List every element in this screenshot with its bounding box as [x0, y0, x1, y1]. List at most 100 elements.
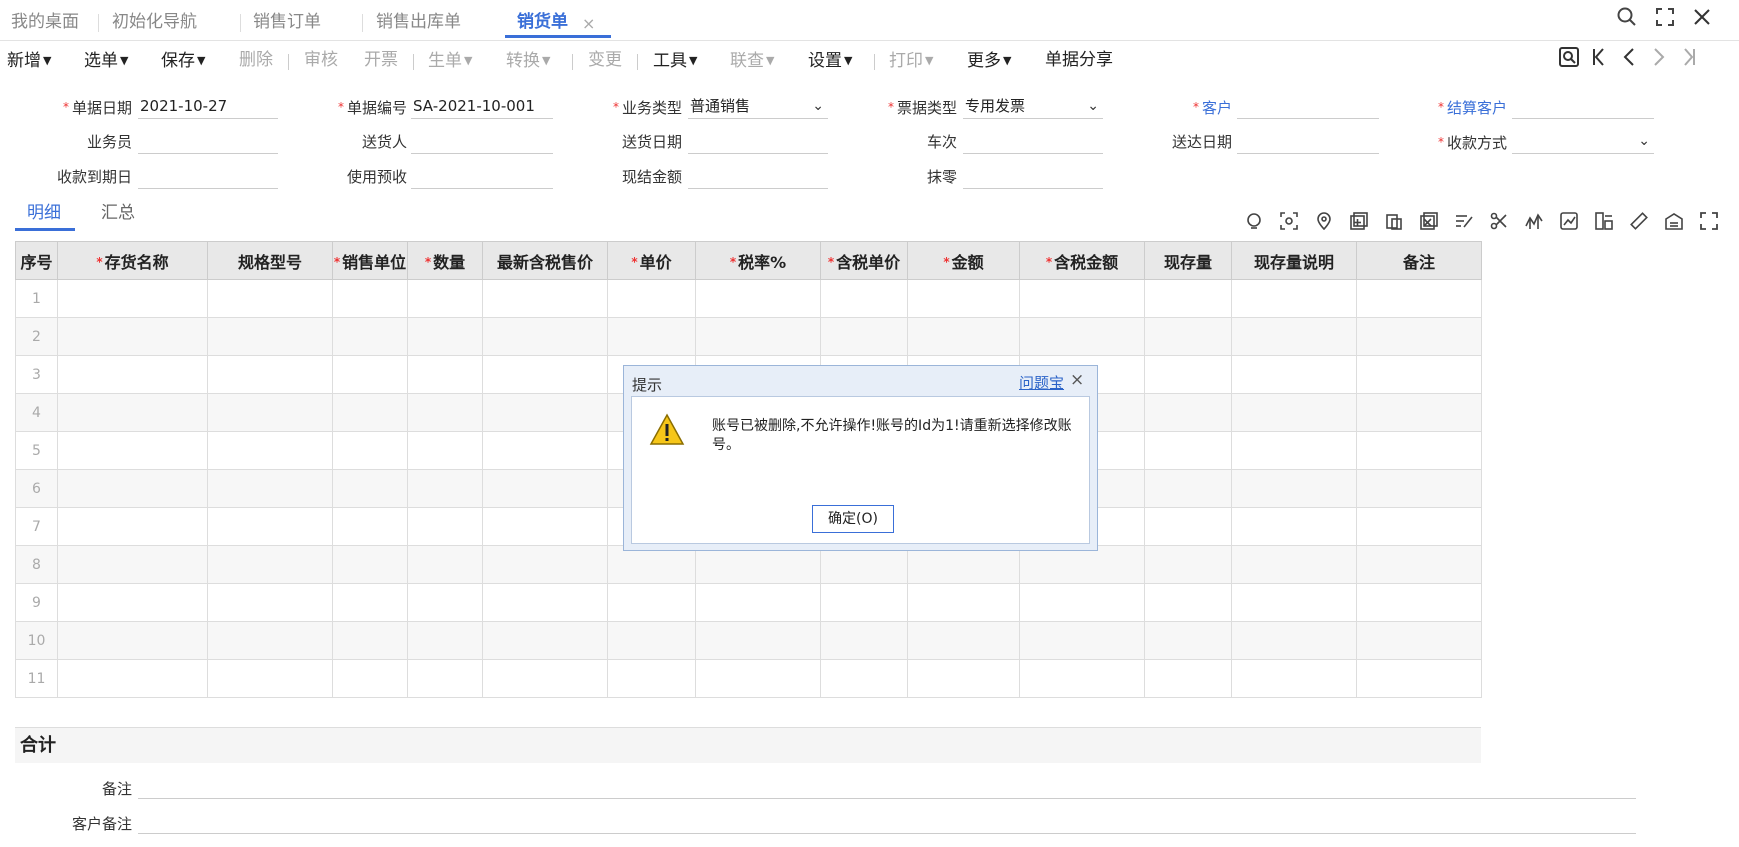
column-header[interactable]: 现存量说明	[1231, 241, 1357, 280]
table-cell[interactable]	[1144, 431, 1232, 470]
paste-icon[interactable]	[1383, 212, 1405, 234]
table-cell[interactable]	[1144, 507, 1232, 546]
table-cell[interactable]	[482, 545, 608, 584]
new-button[interactable]: 新增 ▼	[7, 42, 51, 79]
table-cell[interactable]	[57, 431, 208, 470]
delete-row-icon[interactable]	[1418, 212, 1440, 234]
table-cell[interactable]	[1144, 583, 1232, 622]
table-cell[interactable]	[57, 583, 208, 622]
trend-icon[interactable]	[1523, 212, 1545, 234]
table-cell[interactable]	[695, 279, 821, 318]
table-cell[interactable]	[1144, 317, 1232, 356]
remark-field[interactable]	[138, 798, 1636, 799]
table-cell[interactable]	[1356, 393, 1482, 432]
table-row[interactable]: 1	[15, 279, 1482, 318]
table-cell[interactable]	[695, 621, 821, 660]
round-off-field[interactable]	[963, 165, 1103, 189]
table-cell[interactable]	[482, 507, 608, 546]
table-cell[interactable]	[57, 659, 208, 698]
search-icon[interactable]	[1613, 6, 1641, 34]
table-cell[interactable]	[1019, 545, 1145, 584]
column-header[interactable]: * 销售单位	[332, 241, 408, 280]
table-cell[interactable]	[332, 393, 408, 432]
column-header[interactable]: * 存货名称	[57, 241, 208, 280]
table-cell[interactable]	[695, 317, 821, 356]
table-cell[interactable]	[1356, 545, 1482, 584]
table-cell[interactable]	[1144, 621, 1232, 660]
column-header[interactable]: * 数量	[407, 241, 483, 280]
table-cell[interactable]	[907, 545, 1020, 584]
ok-button[interactable]: 确定(O)	[812, 505, 894, 533]
column-header[interactable]: 序号	[15, 241, 58, 280]
save-button[interactable]: 保存 ▼	[161, 42, 205, 79]
table-cell[interactable]	[1019, 621, 1145, 660]
table-cell[interactable]	[1356, 507, 1482, 546]
table-cell[interactable]	[207, 583, 333, 622]
table-cell[interactable]	[57, 317, 208, 356]
table-cell[interactable]	[332, 545, 408, 584]
table-cell[interactable]	[57, 621, 208, 660]
doc-date-field[interactable]: 2021-10-27	[138, 95, 278, 119]
table-cell[interactable]	[1356, 431, 1482, 470]
table-cell[interactable]	[1231, 317, 1357, 356]
table-cell[interactable]	[1231, 659, 1357, 698]
table-cell[interactable]	[607, 583, 696, 622]
close-icon[interactable]	[1688, 6, 1716, 34]
tab-sales-order[interactable]: 销售订单	[253, 0, 321, 41]
table-cell[interactable]	[407, 431, 483, 470]
table-cell[interactable]	[1144, 355, 1232, 394]
table-cell[interactable]	[1356, 583, 1482, 622]
table-cell[interactable]	[1019, 279, 1145, 318]
deliverer-field[interactable]	[411, 130, 553, 154]
table-cell[interactable]	[1019, 583, 1145, 622]
table-cell[interactable]	[407, 469, 483, 508]
table-cell[interactable]	[407, 583, 483, 622]
trip-field[interactable]	[963, 130, 1103, 154]
table-cell[interactable]	[820, 545, 908, 584]
table-cell[interactable]	[1356, 621, 1482, 660]
table-cell[interactable]	[57, 469, 208, 508]
table-cell[interactable]	[1356, 469, 1482, 508]
table-cell[interactable]	[1231, 469, 1357, 508]
batch-edit-icon[interactable]	[1453, 212, 1475, 234]
bulb-icon[interactable]	[1243, 212, 1265, 234]
next-record-icon[interactable]	[1646, 46, 1672, 74]
table-cell[interactable]	[482, 317, 608, 356]
table-cell[interactable]	[1231, 431, 1357, 470]
table-cell[interactable]	[820, 583, 908, 622]
table-cell[interactable]	[820, 317, 908, 356]
table-cell[interactable]	[907, 621, 1020, 660]
table-cell[interactable]	[332, 507, 408, 546]
table-cell[interactable]	[1231, 583, 1357, 622]
table-cell[interactable]	[207, 507, 333, 546]
table-cell[interactable]	[407, 507, 483, 546]
table-cell[interactable]	[695, 583, 821, 622]
table-cell[interactable]	[57, 355, 208, 394]
fullscreen-icon[interactable]	[1651, 6, 1679, 34]
expand-icon[interactable]	[1698, 212, 1720, 234]
invoice-type-select[interactable]: 专用发票 ⌄	[963, 95, 1103, 119]
table-cell[interactable]	[207, 317, 333, 356]
table-cell[interactable]	[1144, 659, 1232, 698]
warehouse-icon[interactable]	[1663, 212, 1685, 234]
invoice-button[interactable]: 开票	[364, 42, 398, 79]
table-cell[interactable]	[332, 355, 408, 394]
select-doc-button[interactable]: 选单 ▼	[84, 42, 128, 79]
layout-icon[interactable]	[1593, 212, 1615, 234]
location-icon[interactable]	[1313, 212, 1335, 234]
table-cell[interactable]	[1019, 317, 1145, 356]
table-cell[interactable]	[1356, 317, 1482, 356]
table-cell[interactable]	[407, 317, 483, 356]
settle-customer-field[interactable]	[1512, 95, 1654, 119]
column-header[interactable]: 最新含税售价	[482, 241, 608, 280]
table-cell[interactable]	[695, 545, 821, 584]
doc-no-field[interactable]: SA-2021-10-001	[411, 95, 553, 119]
due-date-field[interactable]	[138, 165, 278, 189]
preview-icon[interactable]	[1556, 46, 1582, 74]
delivery-date-field[interactable]	[688, 130, 828, 154]
table-cell[interactable]	[1144, 279, 1232, 318]
table-cell[interactable]	[1231, 279, 1357, 318]
last-record-icon[interactable]	[1676, 46, 1702, 74]
table-cell[interactable]	[407, 279, 483, 318]
table-cell[interactable]	[607, 317, 696, 356]
